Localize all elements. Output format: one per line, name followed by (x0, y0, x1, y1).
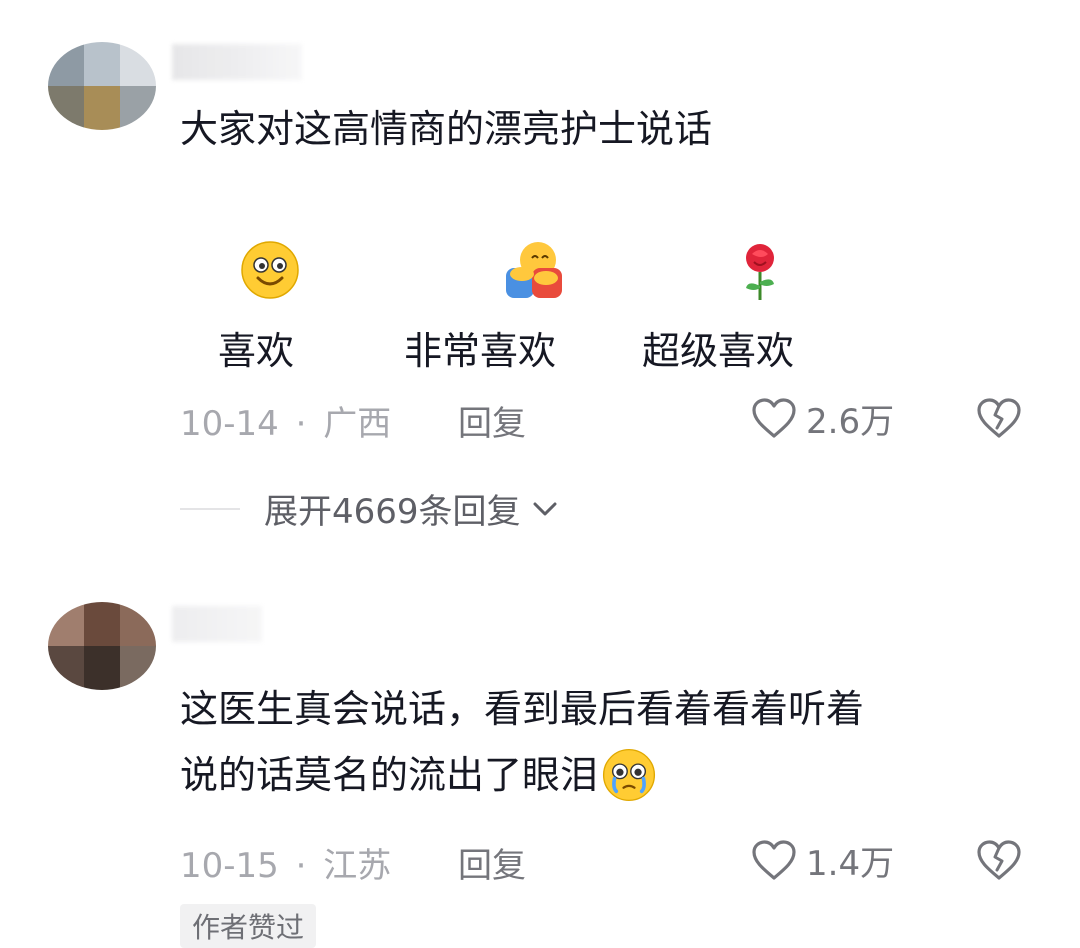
comment-text: 大家对这高情商的漂亮护士说话 (180, 96, 712, 162)
comment-date: 10-14 (180, 404, 279, 444)
heart-icon (752, 398, 796, 438)
reaction-label: 喜欢 (218, 329, 295, 373)
reaction-label: 非常喜欢 (404, 329, 557, 373)
comment-2: 这医生真会说话，看到最后看着看着听着 说的话莫名的流出了眼泪 10-15 · 江… (0, 560, 1080, 948)
rose-icon (746, 244, 774, 300)
meta-separator: · (295, 404, 307, 444)
reaction-label: 超级喜欢 (642, 329, 795, 373)
comment-text-line: 说的话莫名的流出了眼泪 (180, 753, 599, 797)
comment-1: 大家对这高情商的漂亮护士说话 喜欢 非常喜欢 超级喜欢 10-14 · 广西 回… (0, 0, 1080, 560)
broken-heart-icon[interactable] (974, 394, 1024, 442)
author-liked-badge: 作者赞过 (180, 904, 317, 948)
comment-text-line: 这医生真会说话，看到最后看着看着听着 (180, 687, 865, 731)
comment-meta: 10-15 · 江苏 (180, 838, 391, 887)
comment-text: 这医生真会说话，看到最后看着看着听着 说的话莫名的流出了眼泪 (180, 676, 864, 808)
username-blurred[interactable] (172, 606, 262, 642)
like-count: 1.4万 (806, 843, 895, 884)
broken-heart-icon[interactable] (974, 836, 1024, 884)
comment-meta: 10-14 · 广西 (180, 396, 391, 445)
like-button[interactable]: 1.4万 (750, 836, 894, 884)
grinning-face-icon (241, 241, 299, 299)
expand-replies-button[interactable]: 展开4669条回复 (180, 484, 561, 533)
hugging-face-icon (506, 242, 562, 298)
expand-divider (180, 507, 240, 510)
comment-location: 江苏 (323, 846, 392, 886)
chevron-down-icon (533, 502, 557, 515)
meta-separator: · (295, 846, 307, 886)
heart-icon (752, 840, 796, 880)
reply-button[interactable]: 回复 (458, 838, 526, 887)
crying-face-icon (602, 748, 656, 802)
comment-text-line: 大家对这高情商的漂亮护士说话 (180, 107, 713, 151)
avatar[interactable] (48, 602, 156, 690)
reply-button[interactable]: 回复 (458, 396, 526, 445)
comment-date: 10-15 (180, 846, 279, 886)
avatar[interactable] (48, 42, 156, 130)
username-blurred[interactable] (172, 44, 302, 80)
expand-replies-label: 展开4669条回复 (264, 492, 521, 532)
like-count: 2.6万 (806, 401, 895, 442)
like-button[interactable]: 2.6万 (750, 394, 894, 442)
comment-location: 广西 (323, 404, 392, 444)
